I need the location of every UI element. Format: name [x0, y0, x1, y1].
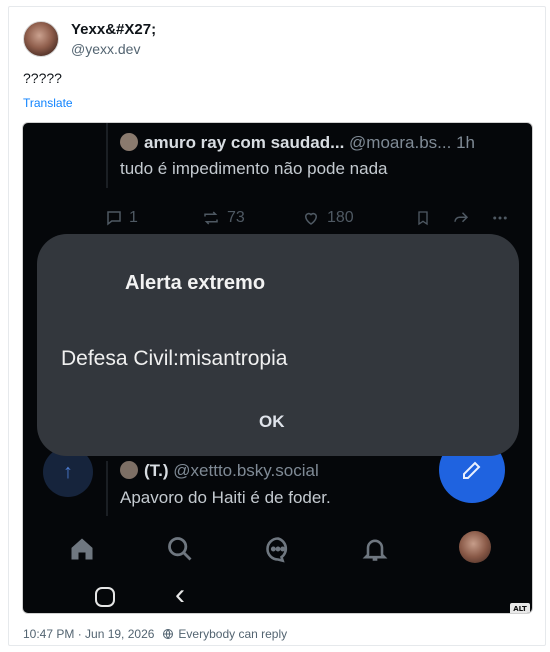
share-action [451, 209, 471, 227]
post-text: ????? [23, 70, 62, 86]
quoted-handle: @moara.bs... [349, 133, 452, 152]
system-back-icon: ‹ [175, 578, 185, 611]
search-icon [166, 535, 194, 568]
system-home-icon [95, 587, 115, 607]
globe-icon [163, 629, 174, 639]
alt-badge[interactable]: ALT [510, 603, 530, 613]
thread-line [106, 123, 108, 188]
app-nav-bar [23, 523, 532, 573]
like-action: 180 [301, 209, 354, 227]
thread-line [106, 461, 108, 516]
more-action [489, 209, 511, 227]
quoted-name: amuro ray com saudad... [144, 133, 345, 152]
reply-action: 1 [105, 209, 138, 227]
chat-icon [263, 535, 293, 568]
home-icon [67, 535, 97, 568]
dialog-body: Defesa Civil:misantropia [61, 347, 288, 370]
like-icon [304, 212, 318, 225]
author-avatar[interactable] [23, 21, 59, 57]
post-timestamp[interactable]: 10:47 PM · Jun 19, 2026 [23, 627, 154, 641]
bell-icon [361, 535, 389, 568]
second-handle: @xettto.bsky.social [173, 461, 319, 480]
second-post-text: Apavoro do Haiti é de foder. [120, 488, 331, 507]
quoted-post-header: amuro ray com saudad... @moara.bs... 1h [120, 133, 475, 153]
quoted-actions: 1 73 180 [105, 209, 515, 233]
translate-link[interactable]: Translate [23, 96, 73, 110]
post-footer: 10:47 PM · Jun 19, 2026 Everybody can re… [23, 627, 287, 641]
embedded-image[interactable]: amuro ray com saudad... @moara.bs... 1h … [22, 122, 533, 614]
reply-setting[interactable]: Everybody can reply [178, 627, 287, 641]
repost-icon [204, 211, 218, 225]
post-card: Yexx&#X27; @yexx.dev ????? Translate amu… [8, 6, 546, 646]
like-count: 180 [327, 209, 354, 226]
second-avatar [120, 461, 138, 479]
quoted-age: 1h [456, 133, 475, 152]
quoted-post-text: tudo é impedimento não pode nada [120, 159, 388, 178]
bookmark-icon [418, 211, 428, 226]
share-icon [454, 212, 469, 223]
bookmark-action [415, 209, 431, 227]
author-display-name[interactable]: Yexx&#X27; [71, 21, 156, 38]
reply-icon [107, 211, 121, 226]
more-icon [493, 216, 507, 220]
dialog-title: Alerta extremo [125, 272, 266, 294]
dialog-ok-button: OK [259, 412, 285, 431]
repost-count: 73 [227, 209, 245, 226]
reply-count: 1 [129, 209, 138, 226]
quoted-avatar [120, 133, 138, 151]
second-name: (T.) [144, 461, 169, 480]
alert-dialog: Alerta extremo Defesa Civil:misantropia … [37, 234, 519, 456]
repost-action: 73 [201, 209, 245, 227]
second-post-header: (T.) @xettto.bsky.social [120, 461, 319, 481]
profile-avatar [459, 531, 491, 563]
author-handle[interactable]: @yexx.dev [71, 41, 140, 57]
